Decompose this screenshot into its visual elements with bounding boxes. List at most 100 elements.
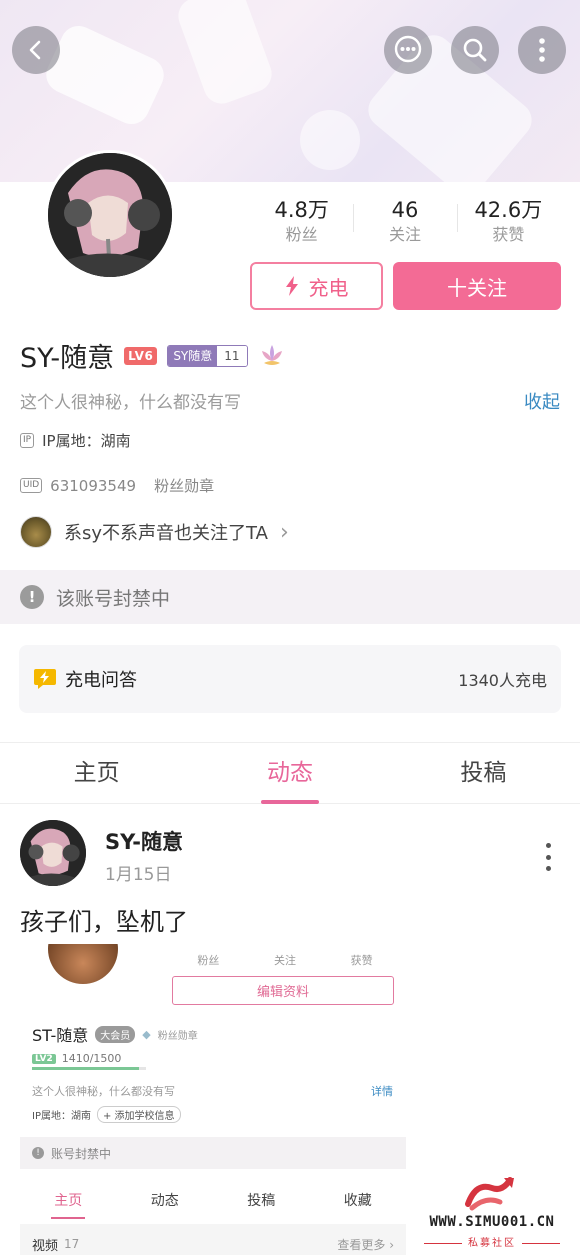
chevron-right-icon: › <box>279 519 289 545</box>
tab-posts[interactable]: 投稿 <box>387 743 580 803</box>
uid-row: UID 631093549 粉丝勋章 <box>20 475 214 496</box>
shot-name-row: ST-随意 大会员 ◆ 粉丝勋章 <box>32 1022 198 1046</box>
back-button[interactable] <box>12 26 60 74</box>
charge-qa-card[interactable]: 充电问答 1340人充电 <box>19 645 561 713</box>
medal-level: 11 <box>217 345 247 366</box>
mutual-text: 系sy不系声音也关注了TA <box>64 519 268 545</box>
more-vertical-icon <box>539 38 545 62</box>
shot-tabs: 主页 动态 投稿 收藏 <box>20 1186 406 1219</box>
shot-add-school-label: 添加学校信息 <box>114 1111 175 1122</box>
mutual-suffix: 也关注了TA <box>174 523 268 544</box>
exclamation-icon: ! <box>20 585 44 609</box>
charge-label: 充电 <box>308 275 349 300</box>
ip-tag: IP <box>20 433 35 448</box>
shot-stats: 粉丝 关注 获赞 <box>170 952 400 968</box>
shot-user-name: ST-随意 <box>32 1026 89 1045</box>
lotus-badge-icon[interactable] <box>258 343 286 369</box>
shot-video-count: 17 <box>64 1237 80 1251</box>
shot-video-row: 视频 17 查看更多 › <box>20 1224 406 1255</box>
ban-notice-text: 该账号封禁中 <box>56 587 171 610</box>
post-more-icon[interactable] <box>538 843 558 871</box>
ip-row: IP IP属地：湖南 <box>20 430 131 451</box>
shot-level-row: LV2 1410/1500 <box>32 1052 121 1065</box>
name-row: SY-随意 LV6 SY随意 11 <box>20 336 286 375</box>
charge-count: 1340人充电 <box>458 671 547 690</box>
tab-dynamics[interactable]: 动态 <box>193 743 386 804</box>
shot-diamond-icon: ◆ <box>142 1027 151 1041</box>
level-badge: LV6 <box>124 346 158 365</box>
charge-qa-title: 充电问答 <box>65 670 137 691</box>
shot-level-bar <box>32 1067 146 1070</box>
post-author-avatar[interactable] <box>20 820 86 886</box>
mutual-user: 系sy不系声音 <box>64 523 175 544</box>
search-icon <box>463 38 487 62</box>
shot-ban-text: 账号封禁中 <box>51 1146 112 1161</box>
chevron-left-icon <box>29 40 41 60</box>
fan-medal-link[interactable]: 粉丝勋章 <box>154 475 214 496</box>
ban-notice-bar: ! 该账号封禁中 <box>0 570 580 624</box>
shot-ip-location: IP属地：湖南 <box>32 1111 91 1122</box>
more-button[interactable] <box>518 26 566 74</box>
shot-ban-bar: ! 账号封禁中 <box>20 1137 406 1169</box>
stat-fans[interactable]: 4.8万 粉丝 <box>250 196 353 246</box>
chat-bubble-icon <box>394 35 422 63</box>
profile-avatar[interactable] <box>45 150 175 280</box>
stat-value: 42.6万 <box>474 198 543 222</box>
fan-medal-badge[interactable]: SY随意 11 <box>167 344 248 367</box>
shot-tab: 动态 <box>150 1193 179 1209</box>
shot-stat-label: 粉丝 <box>197 954 220 967</box>
message-button[interactable] <box>384 26 432 74</box>
shot-tab: 主页 <box>20 1186 117 1219</box>
watermark-site: WWW.SIMU001.CN <box>429 1214 555 1230</box>
shot-vip-badge: 大会员 <box>95 1025 136 1043</box>
post-author-name[interactable]: SY-随意 <box>105 826 183 856</box>
stat-following[interactable]: 46 关注 <box>353 196 456 246</box>
shot-level-progress: 1410/1500 <box>61 1052 122 1065</box>
profile-tabs: 主页 动态 投稿 <box>0 742 580 804</box>
shot-avatar <box>48 944 118 984</box>
charge-button[interactable]: 充电 <box>250 262 383 310</box>
shot-video-label: 视频 <box>32 1238 59 1254</box>
shot-level-bar-fill <box>32 1067 140 1070</box>
stat-likes[interactable]: 42.6万 获赞 <box>456 196 560 246</box>
signature: 这个人很神秘，什么都没有写 <box>20 393 241 413</box>
shot-exclamation-icon: ! <box>32 1147 44 1159</box>
medal-name: SY随意 <box>168 345 218 366</box>
collapse-link[interactable]: 收起 <box>524 388 560 414</box>
shot-ip-row: IP属地：湖南 + 添加学校信息 <box>32 1106 181 1123</box>
shot-fan-medal: 粉丝勋章 <box>157 1030 198 1042</box>
shot-see-more: 查看更多 › <box>337 1237 394 1252</box>
user-name: SY-随意 <box>20 343 115 374</box>
watermark-logo <box>465 1177 514 1211</box>
mutual-avatar <box>20 516 52 548</box>
stat-value: 4.8万 <box>274 198 329 222</box>
uid-value: 631093549 <box>50 476 137 495</box>
stat-label: 获赞 <box>492 225 525 244</box>
mutual-follow-row[interactable]: 系sy不系声音也关注了TA › <box>20 516 289 548</box>
stat-value: 46 <box>391 198 419 222</box>
stat-label: 粉丝 <box>285 225 318 244</box>
follow-label: 十关注 <box>447 275 507 300</box>
post-date: 1月15日 <box>105 865 172 885</box>
shot-tab: 投稿 <box>247 1193 276 1209</box>
follow-button[interactable]: 十关注 <box>393 262 561 310</box>
shot-stat-label: 关注 <box>274 954 296 967</box>
shot-edit-button: 编辑资料 <box>172 976 394 1005</box>
shot-level-badge: LV2 <box>32 1053 56 1064</box>
post-image[interactable]: 粉丝 关注 获赞 编辑资料 ST-随意 大会员 ◆ 粉丝勋章 LV2 1410/… <box>20 944 406 1255</box>
shot-tab: 收藏 <box>343 1193 372 1209</box>
site-watermark: WWW.SIMU001.CN 私募社区 <box>404 1170 580 1255</box>
uid-tag: UID <box>20 478 43 493</box>
shot-detail-link: 详情 <box>371 1085 393 1098</box>
lightning-icon <box>285 276 298 296</box>
tab-home[interactable]: 主页 <box>0 743 193 803</box>
post-text: 孩子们，坠机了 <box>20 908 188 936</box>
ip-location: IP属地：湖南 <box>42 432 131 450</box>
shot-add-school-chip: + 添加学校信息 <box>96 1106 181 1123</box>
stat-label: 关注 <box>388 225 421 244</box>
search-button[interactable] <box>451 26 499 74</box>
profile-stats: 4.8万 粉丝 46 关注 42.6万 获赞 <box>250 196 560 246</box>
shot-stat-label: 获赞 <box>350 954 373 967</box>
lightning-chat-icon <box>34 669 56 689</box>
watermark-sub: 私募社区 <box>404 1234 580 1249</box>
